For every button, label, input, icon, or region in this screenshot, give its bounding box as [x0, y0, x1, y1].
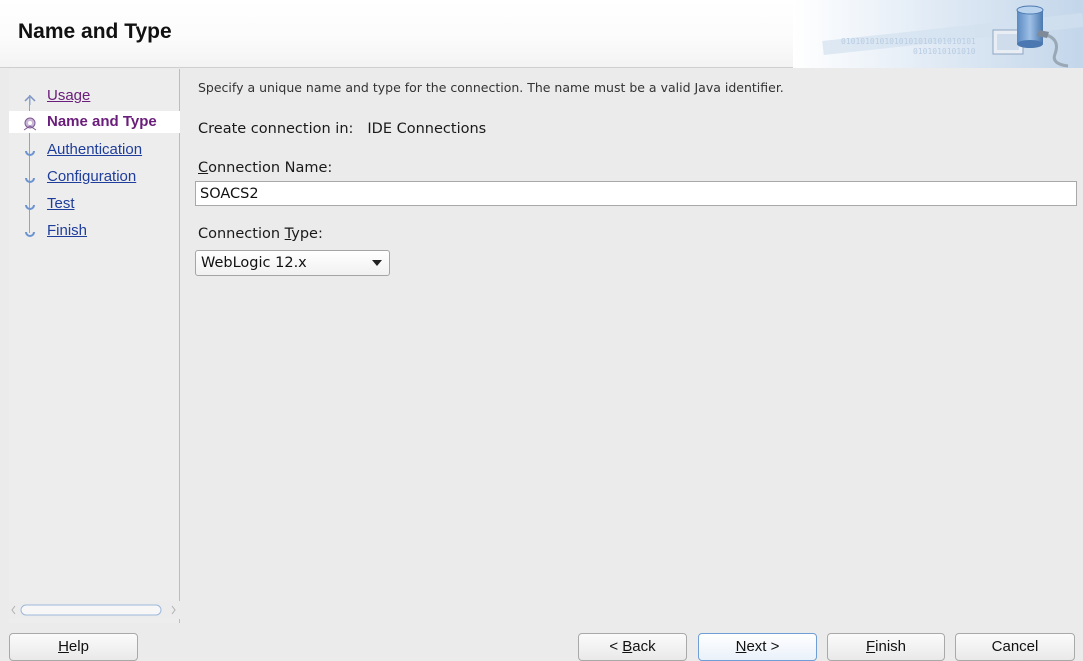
connection-type-label: Connection Type: [198, 226, 323, 242]
step-current-icon [23, 117, 37, 131]
wizard-header: Name and Type 01010101010101010101010101… [0, 0, 1083, 68]
steps-horizontal-scrollbar[interactable] [9, 601, 180, 619]
wizard-steps-panel: Usage Name and Type Authentication Confi… [9, 69, 180, 623]
connection-name-label: Connection Name: [198, 160, 333, 176]
step-label: Usage [47, 87, 91, 104]
help-button[interactable]: Help [9, 633, 138, 661]
cancel-button[interactable]: Cancel [955, 633, 1075, 661]
step-name-and-type[interactable]: Name and Type [9, 111, 180, 133]
connection-type-select[interactable]: WebLogic 12.x [195, 250, 390, 276]
step-label: Authentication [47, 141, 143, 158]
step-pending-icon [25, 231, 35, 237]
step-label: Configuration [47, 168, 137, 185]
finish-button[interactable]: Finish [827, 633, 945, 661]
create-in-label: Create connection in: [198, 121, 354, 137]
step-authentication[interactable]: Authentication [9, 139, 180, 161]
step-finish[interactable]: Finish [9, 220, 180, 242]
create-connection-in: Create connection in: IDE Connections [198, 121, 486, 137]
step-pending-icon [25, 150, 35, 156]
next-button[interactable]: Next > [698, 633, 817, 661]
step-pending-icon [25, 177, 35, 183]
connection-name-input[interactable] [195, 181, 1077, 206]
step-configuration[interactable]: Configuration [9, 166, 180, 188]
chevron-down-icon [372, 260, 382, 266]
step-label: Finish [47, 222, 88, 239]
step-label: Test [47, 195, 75, 212]
step-label: Name and Type [47, 113, 157, 130]
svg-text:0101010101010101010101010101: 0101010101010101010101010101 [841, 37, 976, 46]
back-button[interactable]: < Back [578, 633, 687, 661]
connection-graphic-icon: 0101010101010101010101010101 01010101010… [793, 0, 1083, 68]
page-description: Specify a unique name and type for the c… [198, 80, 784, 95]
connection-type-value: WebLogic 12.x [201, 255, 307, 271]
page-title: Name and Type [18, 20, 172, 43]
create-in-value: IDE Connections [367, 121, 487, 137]
step-usage[interactable]: Usage [9, 85, 180, 107]
step-pending-icon [25, 204, 35, 210]
svg-text:0101010101010: 0101010101010 [913, 47, 976, 56]
scrollbar-thumb [20, 604, 162, 616]
step-test[interactable]: Test [9, 193, 180, 215]
step-visited-icon [24, 94, 36, 105]
